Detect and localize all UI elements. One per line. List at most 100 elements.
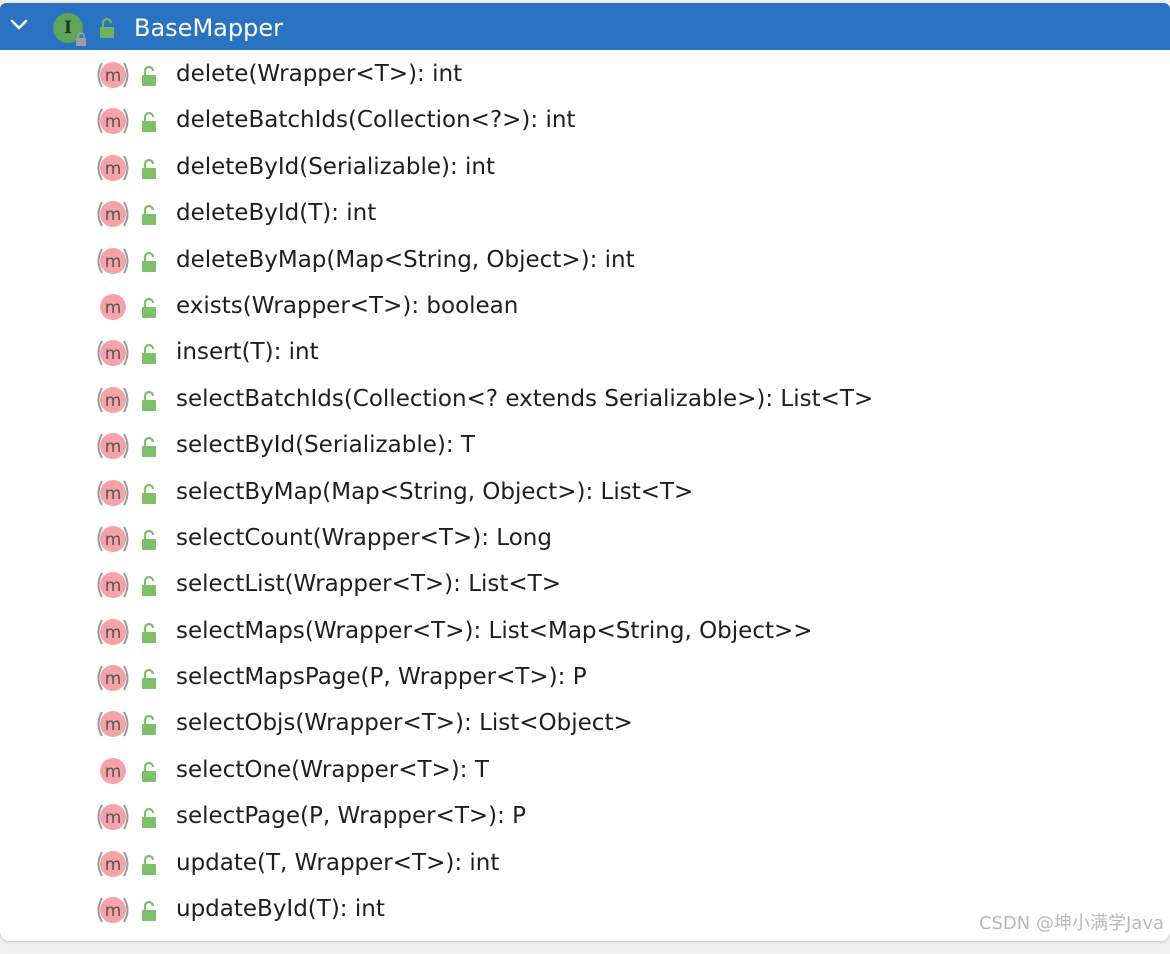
method-signature: insert(T): int	[176, 339, 319, 366]
lock-open-icon	[142, 808, 156, 829]
method-row[interactable]: m delete(Wrapper<T>): int	[0, 52, 1170, 98]
method-row[interactable]: m selectOne(Wrapper<T>): T	[0, 748, 1170, 794]
method-signature: exists(Wrapper<T>): boolean	[176, 292, 519, 319]
lock-open-icon	[142, 622, 156, 643]
svg-text:m: m	[105, 530, 122, 550]
method-row[interactable]: m selectList(Wrapper<T>): List<T>	[0, 562, 1170, 608]
method-row[interactable]: m deleteById(T): int	[0, 191, 1170, 237]
svg-text:m: m	[105, 112, 122, 132]
method-row[interactable]: m exists(Wrapper<T>): boolean	[0, 284, 1170, 330]
svg-text:m: m	[105, 298, 122, 318]
lock-open-icon	[142, 65, 156, 86]
method-signature: selectMaps(Wrapper<T>): List<Map<String,…	[176, 617, 813, 644]
svg-text:m: m	[105, 66, 122, 86]
method-row[interactable]: m selectBatchIds(Collection<? extends Ser…	[0, 377, 1170, 423]
svg-text:m: m	[105, 762, 122, 782]
method-signature: selectByMap(Map<String, Object>): List<T…	[176, 478, 694, 505]
lock-open-icon	[142, 112, 156, 133]
method-icon: m	[100, 757, 126, 784]
svg-text:m: m	[105, 623, 122, 643]
lock-open-icon	[142, 761, 156, 782]
method-signature: selectMapsPage(P, Wrapper<T>): P	[176, 664, 587, 691]
method-signature: updateById(T): int	[176, 896, 385, 923]
method-row[interactable]: m selectObjs(Wrapper<T>): List<Object>	[0, 701, 1170, 747]
lock-open-icon	[142, 715, 156, 736]
method-icon: m	[97, 247, 129, 274]
lock-open-icon	[142, 576, 156, 597]
method-row[interactable]: m selectCount(Wrapper<T>): Long	[0, 516, 1170, 562]
method-signature: deleteById(Serializable): int	[176, 153, 496, 180]
method-signature: deleteById(T): int	[176, 200, 377, 227]
svg-text:m: m	[105, 576, 122, 596]
lock-open-icon	[142, 344, 156, 365]
method-signature: selectOne(Wrapper<T>): T	[176, 756, 489, 783]
method-icon: m	[97, 665, 129, 692]
lock-open-icon	[142, 437, 156, 458]
method-row[interactable]: m deleteByMap(Map<String, Object>): int	[0, 238, 1170, 284]
method-signature: selectById(Serializable): T	[176, 432, 475, 459]
method-icon: m	[97, 850, 129, 877]
method-row[interactable]: m selectById(Serializable): T	[0, 423, 1170, 469]
method-signature: delete(Wrapper<T>): int	[176, 61, 463, 87]
tree-node-basemapper[interactable]: I BaseMapper	[0, 3, 1170, 50]
method-icon: m	[100, 293, 126, 320]
lock-open-icon	[142, 900, 156, 922]
method-icon: m	[97, 479, 129, 506]
lock-open-icon	[142, 251, 156, 272]
svg-text:m: m	[105, 159, 122, 179]
svg-text:m: m	[105, 437, 122, 457]
method-icon: m	[97, 525, 129, 552]
method-icon: m	[97, 804, 129, 831]
lock-open-icon	[142, 529, 156, 550]
method-signature: deleteBatchIds(Collection<?>): int	[176, 107, 576, 134]
method-signature: deleteByMap(Map<String, Object>): int	[176, 246, 635, 273]
watermark: CSDN @坤小满学Java	[978, 913, 1164, 934]
lock-open-icon	[142, 483, 156, 504]
chevron-down-icon[interactable]	[8, 14, 30, 36]
method-signature: selectObjs(Wrapper<T>): List<Object>	[176, 710, 633, 737]
lock-open-icon	[100, 17, 114, 38]
method-icon: m	[97, 108, 129, 135]
lock-open-icon	[142, 390, 156, 411]
svg-text:m: m	[105, 808, 122, 828]
method-row[interactable]: m update(T, Wrapper<T>): int	[0, 841, 1170, 887]
method-row[interactable]: m selectPage(P, Wrapper<T>): P	[0, 794, 1170, 840]
method-icon: m	[97, 386, 129, 413]
svg-text:m: m	[105, 252, 122, 272]
method-signature: selectPage(P, Wrapper<T>): P	[176, 803, 527, 830]
svg-text:m: m	[105, 901, 122, 921]
svg-text:m: m	[105, 855, 122, 875]
interface-title: BaseMapper	[134, 14, 283, 42]
structure-panel: I BaseMapper m delete(Wrapper<T>): int m de…	[0, 3, 1170, 941]
method-icon: m	[97, 201, 129, 228]
method-icon: m	[97, 340, 129, 367]
svg-text:m: m	[105, 715, 122, 735]
method-row[interactable]: m selectByMap(Map<String, Object>): List<…	[0, 470, 1170, 516]
lock-open-icon	[142, 297, 156, 318]
lock-open-icon	[142, 205, 156, 226]
method-row[interactable]: m insert(T): int	[0, 330, 1170, 376]
method-row[interactable]: m selectMapsPage(P, Wrapper<T>): P	[0, 655, 1170, 701]
method-icon: m	[97, 433, 129, 460]
method-signature: selectBatchIds(Collection<? extends Seri…	[176, 385, 874, 412]
method-icon: m	[97, 572, 129, 599]
lock-open-icon	[142, 158, 156, 179]
svg-text:m: m	[105, 391, 122, 411]
method-row[interactable]: m deleteBatchIds(Collection<?>): int	[0, 98, 1170, 144]
method-icon: m	[97, 711, 129, 738]
method-signature: selectCount(Wrapper<T>): Long	[176, 524, 552, 551]
method-row[interactable]: m selectMaps(Wrapper<T>): List<Map<String…	[0, 609, 1170, 655]
method-icon: m	[97, 618, 129, 645]
svg-text:m: m	[105, 344, 122, 364]
method-signature: selectList(Wrapper<T>): List<T>	[176, 571, 562, 598]
method-row[interactable]: m deleteById(Serializable): int	[0, 145, 1170, 191]
svg-text:m: m	[105, 669, 122, 689]
method-icon: m	[97, 154, 129, 181]
svg-text:m: m	[105, 205, 122, 225]
svg-text:m: m	[105, 484, 122, 504]
method-icon: m	[97, 897, 129, 924]
lock-open-icon	[142, 854, 156, 875]
method-icon: m	[97, 62, 129, 88]
lock-open-icon	[142, 668, 156, 690]
method-signature: update(T, Wrapper<T>): int	[176, 849, 500, 876]
